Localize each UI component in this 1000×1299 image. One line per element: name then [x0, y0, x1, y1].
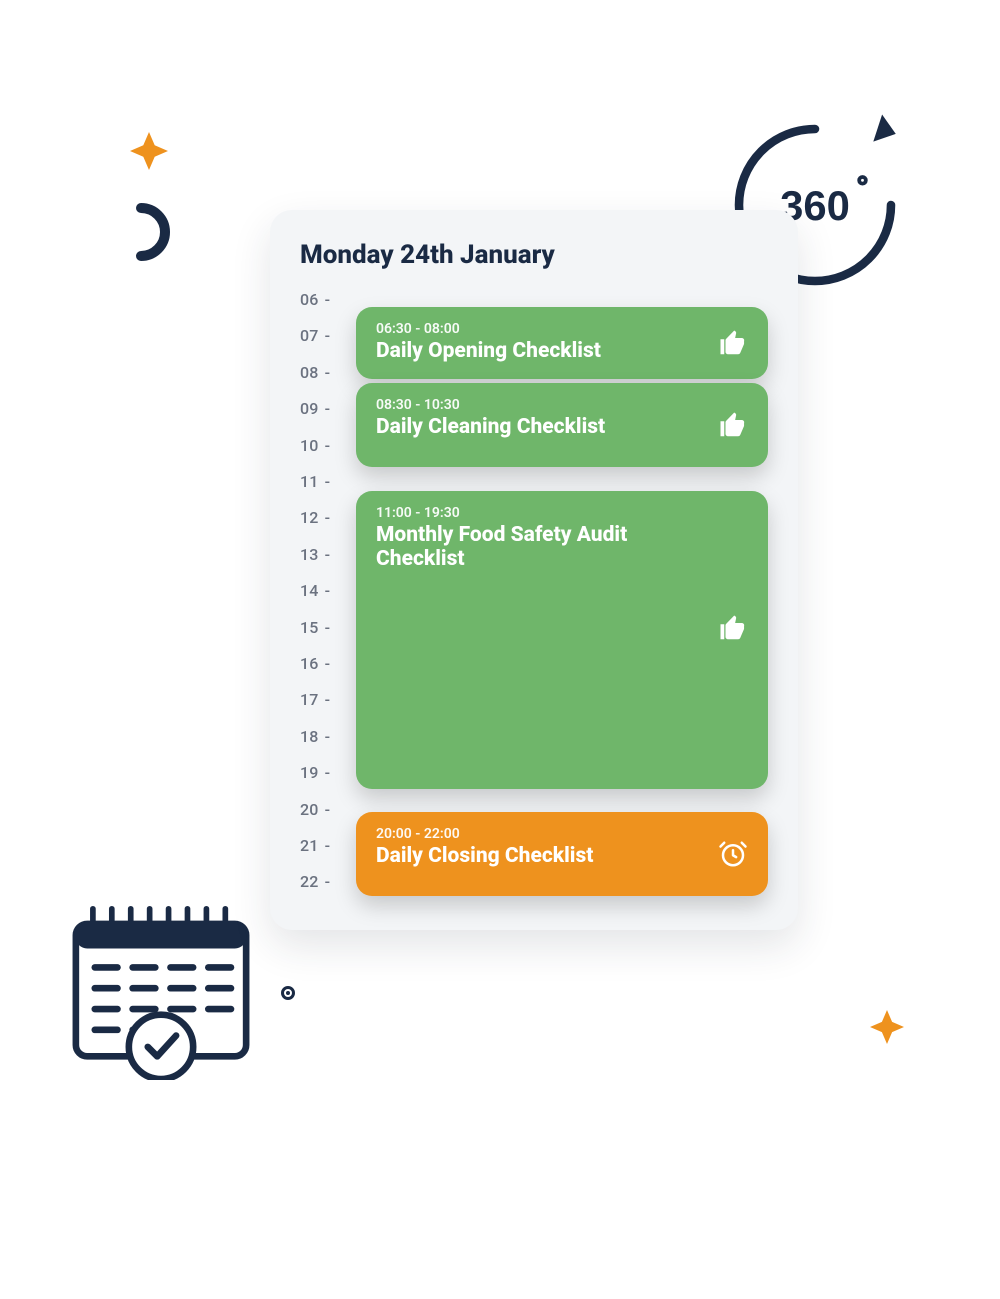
hour-label: 06-	[300, 290, 330, 309]
event-time: 06:30 - 08:00	[376, 321, 748, 337]
card-date-title: Monday 24th January	[300, 240, 768, 270]
hour-label: 16-	[300, 654, 330, 673]
thumbs-up-icon	[718, 328, 748, 358]
event-opening[interactable]: 06:30 - 08:00 Daily Opening Checklist	[356, 307, 768, 379]
thumbs-up-icon	[718, 613, 748, 643]
hour-column: 06- 07- 08- 09- 10- 11- 12- 13- 14- 15- 16- 17- 18- 1…	[300, 290, 356, 900]
hour-label: 15-	[300, 618, 330, 637]
event-time: 11:00 - 19:30	[376, 505, 748, 521]
sparkle-icon	[130, 132, 168, 170]
hour-label: 22-	[300, 872, 330, 891]
event-title: Monthly Food Safety Audit Checklist	[376, 523, 636, 571]
events-area: 06:30 - 08:00 Daily Opening Checklist 08:3…	[356, 290, 768, 900]
event-title: Daily Opening Checklist	[376, 339, 636, 363]
event-time: 08:30 - 10:30	[376, 397, 748, 413]
hour-label: 21-	[300, 836, 330, 855]
calendar-check-icon	[66, 905, 256, 1084]
event-closing[interactable]: 20:00 - 22:00 Daily Closing Checklist	[356, 812, 768, 896]
hour-label: 19-	[300, 763, 330, 782]
sparkle-icon	[870, 1010, 904, 1044]
event-time: 20:00 - 22:00	[376, 826, 748, 842]
hour-label: 11-	[300, 472, 330, 491]
alarm-icon	[718, 839, 748, 869]
hour-label: 13-	[300, 545, 330, 564]
hour-label: 09-	[300, 399, 330, 418]
hour-label: 17-	[300, 690, 330, 709]
hour-label: 20-	[300, 800, 330, 819]
hour-label: 18-	[300, 727, 330, 746]
arc-decoration	[135, 202, 181, 266]
schedule-card: Monday 24th January 06- 07- 08- 09- 10- 11- 12…	[270, 210, 798, 930]
event-title: Daily Closing Checklist	[376, 844, 636, 868]
dot-decoration	[281, 986, 295, 1000]
hour-label: 10-	[300, 436, 330, 455]
hour-label: 08-	[300, 363, 330, 382]
hour-label: 14-	[300, 581, 330, 600]
hour-label: 12-	[300, 508, 330, 527]
hour-label: 07-	[300, 326, 330, 345]
timeline: 06- 07- 08- 09- 10- 11- 12- 13- 14- 15- 16- 17- 18- 1…	[300, 290, 768, 900]
thumbs-up-icon	[718, 410, 748, 440]
event-audit[interactable]: 11:00 - 19:30 Monthly Food Safety Audit C…	[356, 491, 768, 789]
event-cleaning[interactable]: 08:30 - 10:30 Daily Cleaning Checklist	[356, 383, 768, 467]
event-title: Daily Cleaning Checklist	[376, 415, 636, 439]
